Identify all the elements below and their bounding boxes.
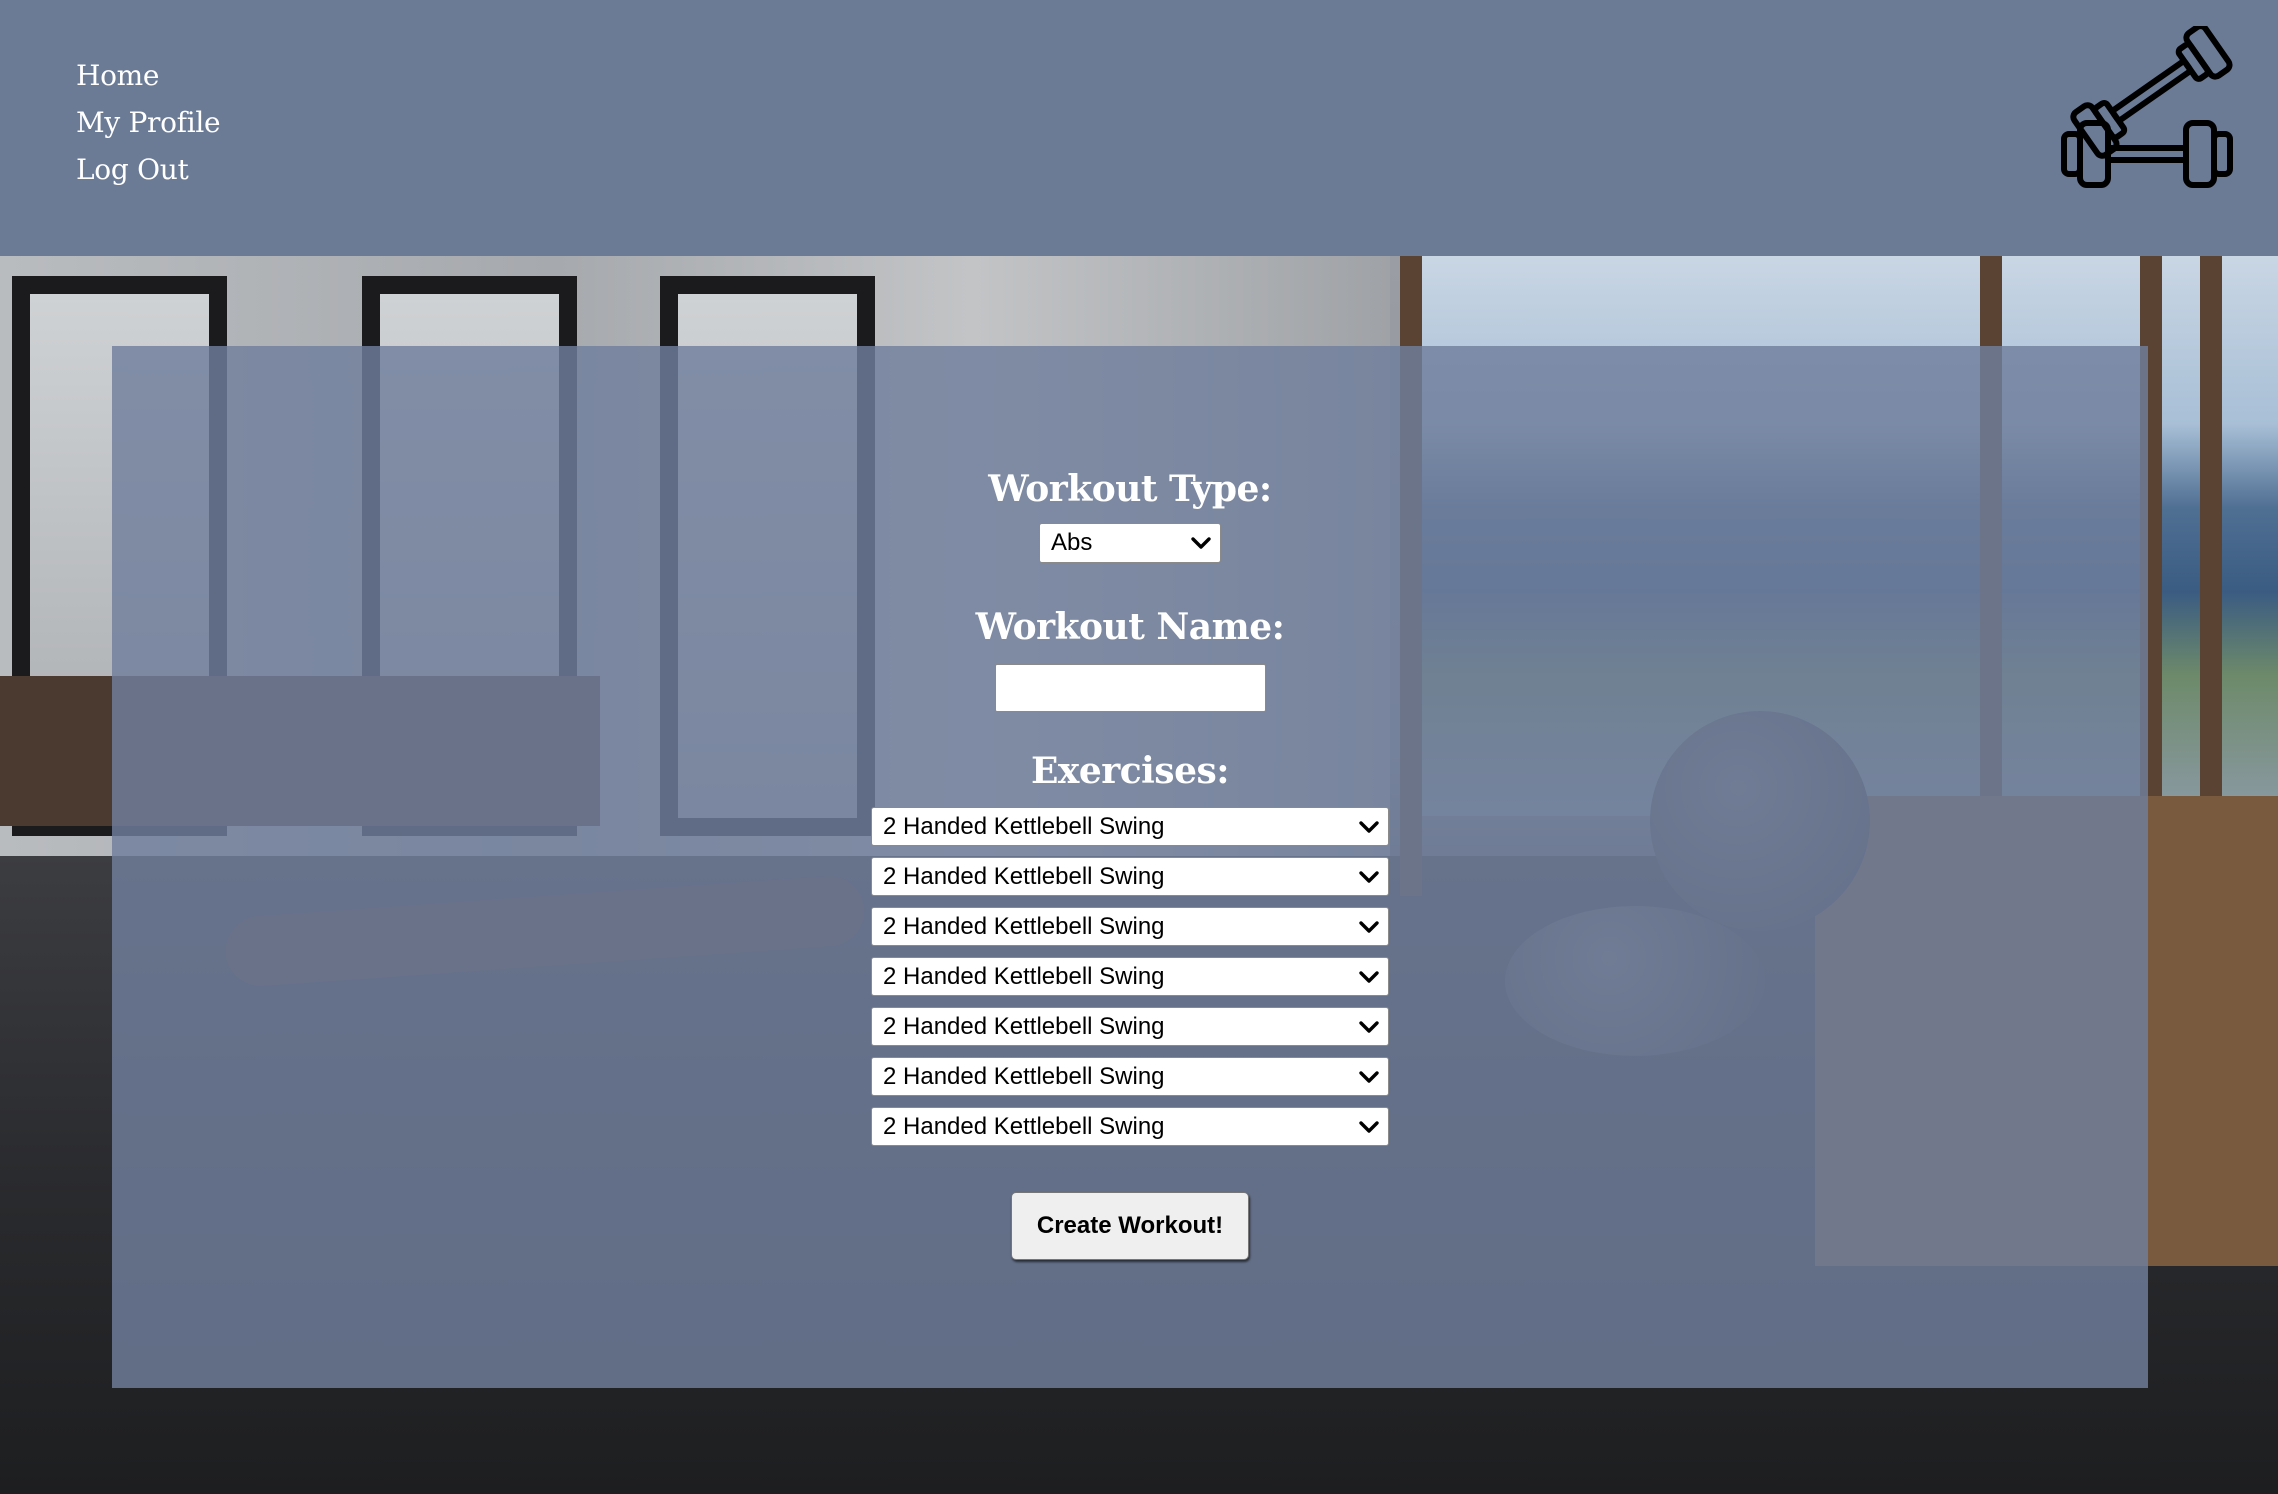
chevron-down-icon	[1359, 1120, 1379, 1133]
site-header: Home My Profile Log Out	[0, 0, 2278, 256]
create-workout-form: Workout Type: Abs Workout Name: Exercise…	[112, 346, 2148, 1388]
nav-item-log-out: Log Out	[76, 146, 220, 193]
exercise-select-value: 2 Handed Kettlebell Swing	[883, 862, 1165, 890]
chevron-down-icon	[1359, 970, 1379, 983]
exercise-select-6[interactable]: 2 Handed Kettlebell Swing	[871, 1057, 1389, 1096]
exercise-select-value: 2 Handed Kettlebell Swing	[883, 1062, 1165, 1090]
exercises-label: Exercises:	[1030, 750, 1230, 792]
exercise-select-4[interactable]: 2 Handed Kettlebell Swing	[871, 957, 1389, 996]
exercise-select-1[interactable]: 2 Handed Kettlebell Swing	[871, 807, 1389, 846]
workout-type-label: Workout Type:	[988, 468, 1272, 510]
exercise-select-5[interactable]: 2 Handed Kettlebell Swing	[871, 1007, 1389, 1046]
chevron-down-icon	[1359, 1070, 1379, 1083]
nav-link-home[interactable]: Home	[76, 59, 160, 92]
exercise-select-3[interactable]: 2 Handed Kettlebell Swing	[871, 907, 1389, 946]
exercise-select-value: 2 Handed Kettlebell Swing	[883, 1012, 1165, 1040]
chevron-down-icon	[1359, 920, 1379, 933]
exercise-select-7[interactable]: 2 Handed Kettlebell Swing	[871, 1107, 1389, 1146]
create-workout-button[interactable]: Create Workout!	[1011, 1192, 1249, 1260]
chevron-down-icon	[1359, 820, 1379, 833]
exercise-select-value: 2 Handed Kettlebell Swing	[883, 962, 1165, 990]
exercise-select-2[interactable]: 2 Handed Kettlebell Swing	[871, 857, 1389, 896]
chevron-down-icon	[1191, 537, 1211, 549]
chevron-down-icon	[1359, 870, 1379, 883]
create-workout-panel: Workout Type: Abs Workout Name: Exercise…	[112, 346, 2148, 1388]
workout-type-value: Abs	[1051, 529, 1093, 556]
dumbbells-icon	[2061, 26, 2233, 188]
chevron-down-icon	[1359, 1020, 1379, 1033]
nav-link-my-profile[interactable]: My Profile	[76, 106, 221, 139]
workout-name-label: Workout Name:	[975, 606, 1285, 648]
exercise-select-value: 2 Handed Kettlebell Swing	[883, 812, 1165, 840]
exercise-select-value: 2 Handed Kettlebell Swing	[883, 1112, 1165, 1140]
workout-type-select[interactable]: Abs	[1039, 523, 1221, 563]
nav-link-log-out[interactable]: Log Out	[76, 153, 189, 186]
workout-name-input[interactable]	[995, 664, 1266, 712]
main-nav: Home My Profile Log Out	[76, 52, 221, 193]
nav-item-my-profile: My Profile	[76, 99, 221, 146]
exercise-select-value: 2 Handed Kettlebell Swing	[883, 912, 1165, 940]
nav-item-home: Home	[76, 52, 220, 99]
